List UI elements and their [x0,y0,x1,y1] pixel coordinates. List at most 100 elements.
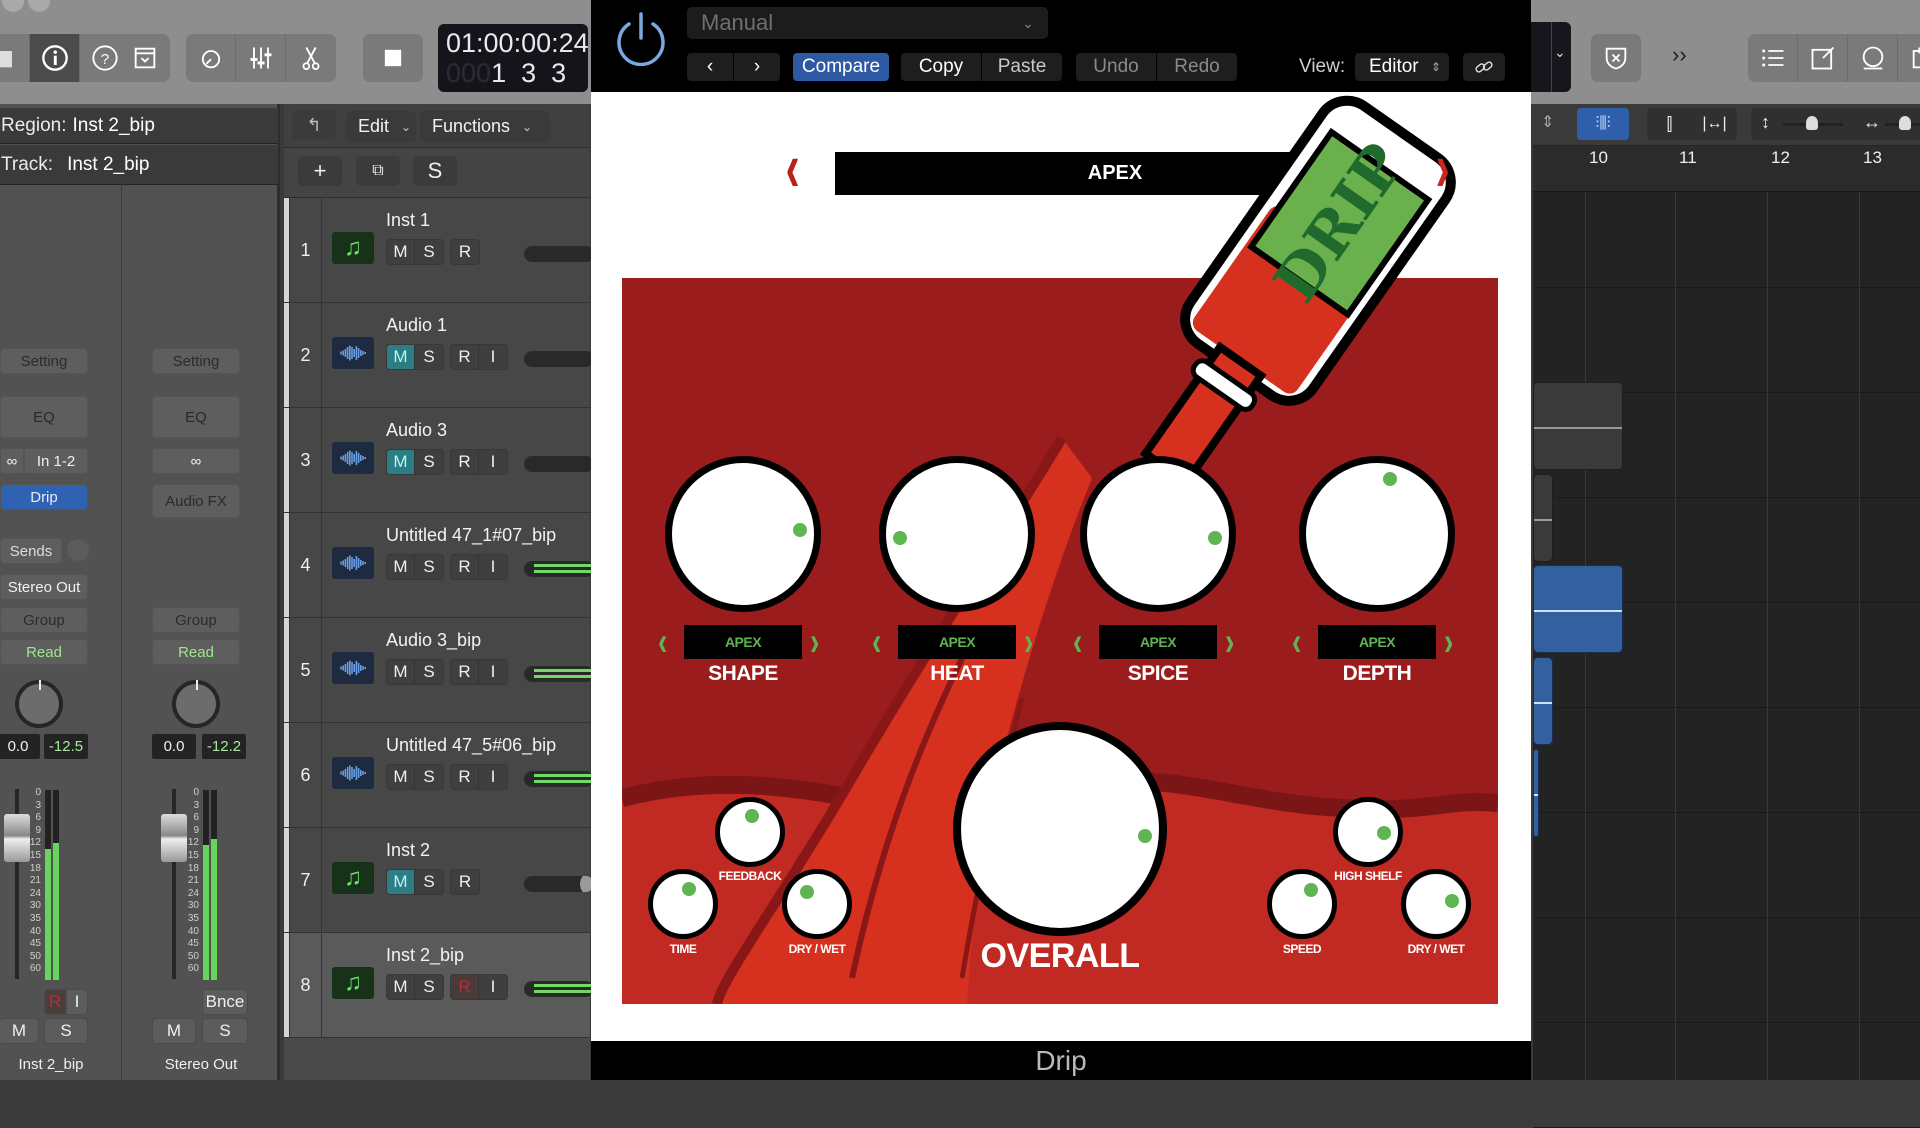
mute-button[interactable]: M [387,450,415,474]
peak-value[interactable]: -12.5 [44,734,88,759]
record-enable-button[interactable]: R [451,240,479,264]
view-dropdown[interactable]: Editor ⇕ [1355,53,1449,81]
knob-heat[interactable] [879,456,1035,612]
chevron-right-icon[interactable]: › [810,622,819,662]
output-button[interactable]: Stereo Out [0,574,88,600]
window-minimize-button[interactable] [28,0,50,12]
knob-depth[interactable] [1299,456,1455,612]
group-button[interactable]: Group [152,607,240,633]
volume-fader-handle[interactable] [161,814,187,862]
volume-slider[interactable] [524,771,594,787]
track-name[interactable]: Untitled 47_1#07_bip [386,525,556,546]
notepad-button[interactable] [1798,34,1848,82]
volume-slider[interactable] [524,876,594,892]
undo-button[interactable]: Undo [1076,53,1156,81]
drip-plugin-slot[interactable]: Drip [0,484,88,510]
audio-fx-slot[interactable]: Audio FX [152,484,240,518]
horizontal-fit-button[interactable]: |↔| [1692,108,1737,140]
edit-menu[interactable]: Edit ⌄ [346,111,416,142]
knob-feedback[interactable] [715,797,785,867]
volume-value[interactable]: 0.0 [152,734,196,759]
solo-button[interactable]: S [44,1018,88,1044]
input-monitor-button[interactable]: I [479,450,507,474]
preset-dropdown[interactable]: Manual ⌄ [687,7,1048,39]
do-not-disturb-button[interactable] [1591,34,1641,82]
mute-button[interactable]: M [387,240,415,264]
track-name[interactable]: Audio 1 [386,315,447,336]
pan-knob[interactable] [15,680,63,728]
solo-button[interactable]: S [415,870,443,894]
knob-high-shelf[interactable] [1333,797,1403,867]
record-enable-button[interactable]: R [451,660,479,684]
volume-slider[interactable] [524,246,594,262]
window-close-button[interactable] [2,0,24,12]
knob-shape[interactable] [665,456,821,612]
send-knob[interactable] [67,539,89,561]
sends-button[interactable]: Sends [0,538,62,564]
main-preset-next-button[interactable]: › [1436,132,1450,202]
track-inspector-header[interactable]: Track: Inst 2_bip [0,145,278,185]
waveform-zoom-button[interactable]: ⫶⫼⫶ [1577,108,1629,140]
input-monitor-button[interactable]: I [479,975,507,999]
chevron-left-icon[interactable]: ‹ [658,622,667,662]
chevron-right-icon[interactable]: › [1444,622,1453,662]
volume-slider[interactable] [524,561,594,577]
eq-button[interactable]: EQ [152,396,240,438]
solo-button[interactable]: S [415,450,443,474]
track-name[interactable]: Inst 1 [386,210,430,231]
stereo-link-icon[interactable]: ∞ [0,448,24,474]
track-row[interactable]: 1 ♫ Inst 1 M S R [284,198,594,303]
solo-button[interactable]: S [415,765,443,789]
editors-button[interactable] [286,34,336,82]
horizontal-zoom-handle[interactable] [1899,116,1911,130]
updown-icon[interactable]: ⇕ [1541,112,1554,132]
mute-button[interactable]: M [0,1018,39,1044]
paste-button[interactable]: Paste [982,53,1062,81]
record-enable-button[interactable]: R [451,870,479,894]
mute-button[interactable]: M [387,345,415,369]
setting-button[interactable]: Setting [0,348,88,374]
track-name[interactable]: Inst 2_bip [386,945,464,966]
bounce-button[interactable]: Bnce [202,989,248,1015]
previous-preset-button[interactable]: ‹ [687,53,733,81]
bar-ruler[interactable]: 10 11 12 13 [1533,146,1920,192]
region-untitled47-5[interactable] [1533,749,1539,837]
input-monitor-button[interactable]: I [479,555,507,579]
mute-button[interactable]: M [152,1018,196,1044]
main-preset-prev-button[interactable]: ‹ [786,132,800,202]
record-enable-button[interactable]: R [451,555,479,579]
track-row[interactable]: 4 Untitled 47_1#07_bip M S R I [284,513,594,618]
redo-button[interactable]: Redo [1157,53,1237,81]
link-button[interactable] [1463,53,1505,81]
channel-name[interactable]: Stereo Out [131,1056,271,1073]
knob-spice[interactable] [1080,456,1236,612]
region-audio1[interactable] [1533,382,1623,470]
duplicate-track-button[interactable]: ⧉ [356,156,400,186]
group-button[interactable]: Group [0,607,88,633]
track-row[interactable]: 6 Untitled 47_5#06_bip M S R I [284,723,594,828]
track-row[interactable]: 2 Audio 1 M S R I [284,303,594,408]
knob-dry-wet[interactable] [782,869,852,939]
list-editors-button[interactable] [1748,34,1798,82]
setting-button[interactable]: Setting [152,348,240,374]
region-untitled47-1[interactable] [1533,565,1623,653]
chevron-left-icon[interactable]: ‹ [872,622,881,662]
volume-slider[interactable] [524,666,594,682]
mute-button[interactable]: M [387,555,415,579]
chevron-left-icon[interactable]: ‹ [1292,622,1301,662]
loop-browser-button[interactable] [1848,34,1898,82]
record-enable-button[interactable]: R [44,989,66,1015]
input-monitor-button[interactable]: I [479,345,507,369]
input-monitor-button[interactable]: I [479,765,507,789]
mixer-button[interactable] [236,34,286,82]
input-monitor-button[interactable]: I [66,989,88,1015]
mute-button[interactable]: M [387,975,415,999]
automation-read-button[interactable]: Read [0,639,88,665]
input-monitor-button[interactable]: I [479,660,507,684]
solo-button[interactable]: S [415,975,443,999]
volume-slider[interactable] [524,456,594,472]
smart-controls-button[interactable] [186,34,236,82]
volume-slider[interactable] [524,351,594,367]
track-name[interactable]: Audio 3 [386,420,447,441]
track-row[interactable]: 3 Audio 3 M S R I [284,408,594,513]
